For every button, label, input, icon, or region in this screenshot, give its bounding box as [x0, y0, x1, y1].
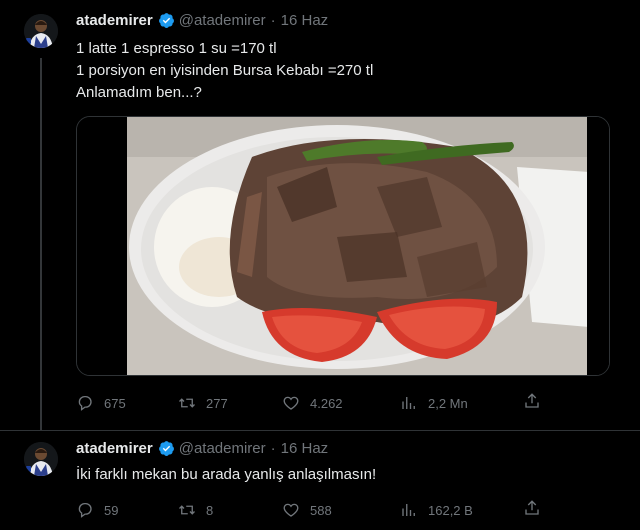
views-count: 2,2 Mn — [428, 395, 468, 411]
retweet-count: 8 — [206, 502, 214, 518]
separator-dot: · — [270, 440, 276, 457]
tweet-text: 1 latte 1 espresso 1 su =170 tl 1 porsiy… — [76, 38, 373, 104]
like-button[interactable]: 4.262 — [282, 392, 343, 414]
reply-button[interactable]: 59 — [76, 499, 118, 521]
reply-button[interactable]: 675 — [76, 392, 126, 414]
reply-count: 59 — [104, 502, 119, 518]
avatar-image — [24, 442, 58, 476]
tweet-actions: 675 277 4.262 2,2 Mn — [76, 392, 546, 414]
views-count: 162,2 B — [428, 502, 473, 518]
views-button[interactable]: 162,2 B — [400, 499, 473, 521]
retweet-button[interactable]: 8 — [178, 499, 213, 521]
reply-icon — [78, 502, 92, 518]
tweet-actions: 59 8 588 162,2 B — [76, 499, 546, 521]
tweet-date[interactable]: 16 Haz — [281, 12, 329, 29]
verified-badge-icon — [158, 441, 174, 456]
kebab-plate-photo — [77, 117, 609, 375]
retweet-count: 277 — [206, 395, 228, 411]
share-button[interactable] — [523, 499, 541, 522]
heart-icon — [283, 503, 299, 517]
share-button[interactable] — [523, 392, 541, 415]
views-button[interactable]: 2,2 Mn — [400, 392, 468, 414]
tweet-text: İki farklı mekan bu arada yanlış anlaşıl… — [76, 464, 376, 486]
reply-count: 675 — [104, 395, 126, 411]
author-name[interactable]: atademirer — [76, 12, 153, 29]
like-count: 588 — [310, 502, 332, 518]
author-handle[interactable]: @atademirer — [179, 440, 266, 457]
separator-dot: · — [270, 12, 276, 29]
heart-icon — [283, 396, 299, 410]
thread-line — [40, 58, 42, 430]
tweet-text-line: 1 latte 1 espresso 1 su =170 tl — [76, 40, 277, 57]
verified-badge-icon — [158, 13, 174, 28]
views-chart-icon — [402, 397, 415, 409]
tweet-2[interactable]: atademirer @atademirer · 16 Haz İki fark… — [0, 430, 640, 530]
tweet-text-line: İki farklı mekan bu arada yanlış anlaşıl… — [76, 466, 377, 483]
tweet-header: atademirer @atademirer · 16 Haz — [76, 440, 328, 457]
author-handle[interactable]: @atademirer — [179, 12, 266, 29]
share-icon — [525, 500, 539, 515]
retweet-icon — [179, 398, 195, 408]
tweet-text-line: 1 porsiyon en iyisinden Bursa Kebabı =27… — [76, 62, 374, 79]
tweet-text-line: Anlamadım ben...? — [76, 84, 202, 101]
retweet-icon — [179, 505, 195, 515]
share-icon — [525, 393, 539, 408]
avatar[interactable] — [24, 14, 58, 48]
avatar[interactable] — [24, 442, 58, 476]
views-chart-icon — [402, 504, 415, 516]
like-count: 4.262 — [310, 395, 343, 411]
tweet-media-photo[interactable] — [76, 116, 610, 376]
avatar-image — [24, 14, 58, 48]
like-button[interactable]: 588 — [282, 499, 332, 521]
tweet-1[interactable]: atademirer @atademirer · 16 Haz 1 latte … — [0, 0, 640, 430]
tweet-header: atademirer @atademirer · 16 Haz — [76, 12, 328, 29]
author-name[interactable]: atademirer — [76, 440, 153, 457]
retweet-button[interactable]: 277 — [178, 392, 228, 414]
tweet-date[interactable]: 16 Haz — [281, 440, 329, 457]
reply-icon — [78, 395, 92, 411]
